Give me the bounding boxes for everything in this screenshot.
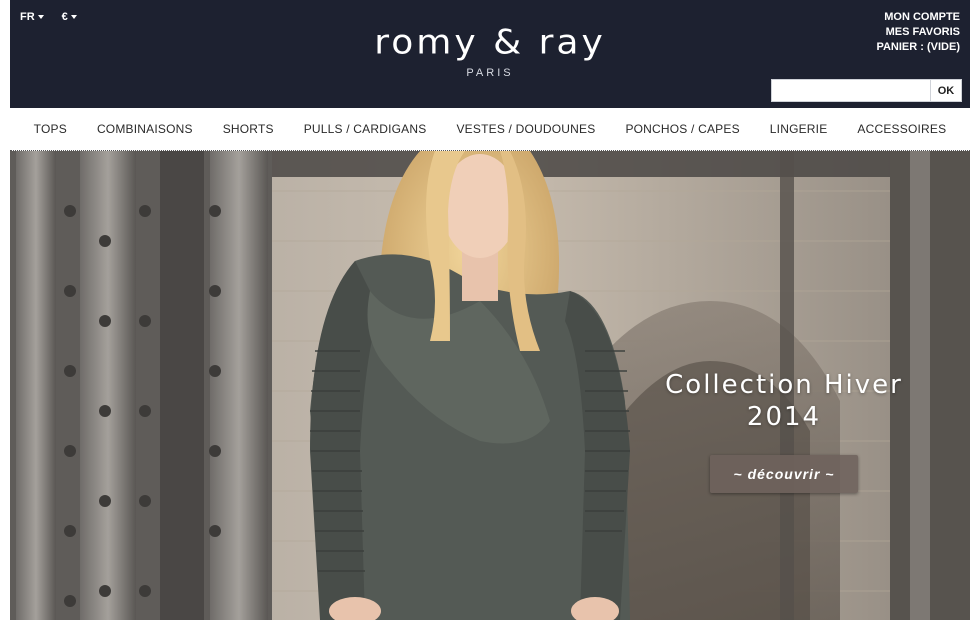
- favorites-link[interactable]: MES FAVORIS: [876, 25, 960, 40]
- hero-banner[interactable]: Collection Hiver 2014 ~ découvrir ~: [10, 151, 970, 620]
- hero-caption: Collection Hiver 2014 ~ découvrir ~: [650, 369, 918, 493]
- search-submit-button[interactable]: OK: [931, 79, 962, 102]
- hero-title: Collection Hiver 2014: [650, 369, 918, 433]
- site-header: FR € romy & ray PARIS MON COMPTE MES FAV…: [10, 0, 970, 108]
- cart-link[interactable]: PANIER : (VIDE): [876, 40, 960, 55]
- hero-title-line2: 2014: [746, 402, 822, 432]
- brand-logo[interactable]: romy & ray PARIS: [10, 22, 970, 79]
- nav-item-tops[interactable]: TOPS: [34, 122, 67, 136]
- nav-item-ponchos-capes[interactable]: PONCHOS / CAPES: [625, 122, 739, 136]
- search-form: OK: [771, 79, 962, 102]
- brand-name: romy & ray: [374, 23, 606, 62]
- hero-title-line1: Collection Hiver: [665, 370, 903, 400]
- nav-item-pulls-cardigans[interactable]: PULLS / CARDIGANS: [304, 122, 427, 136]
- caret-down-icon: [37, 15, 44, 19]
- nav-item-lingerie[interactable]: LINGERIE: [770, 122, 828, 136]
- my-account-link[interactable]: MON COMPTE: [876, 10, 960, 25]
- caret-down-icon: [70, 15, 77, 19]
- nav-item-accessoires[interactable]: ACCESSOIRES: [857, 122, 946, 136]
- brand-city: PARIS: [466, 67, 514, 79]
- nav-item-combinaisons[interactable]: COMBINAISONS: [97, 122, 193, 136]
- nav-item-shorts[interactable]: SHORTS: [223, 122, 274, 136]
- nav-item-vestes-doudounes[interactable]: VESTES / DOUDOUNES: [456, 122, 595, 136]
- category-nav: TOPS COMBINAISONS SHORTS PULLS / CARDIGA…: [10, 108, 970, 151]
- search-input[interactable]: [771, 79, 931, 102]
- account-links: MON COMPTE MES FAVORIS PANIER : (VIDE): [876, 10, 960, 55]
- discover-button[interactable]: ~ découvrir ~: [710, 455, 858, 493]
